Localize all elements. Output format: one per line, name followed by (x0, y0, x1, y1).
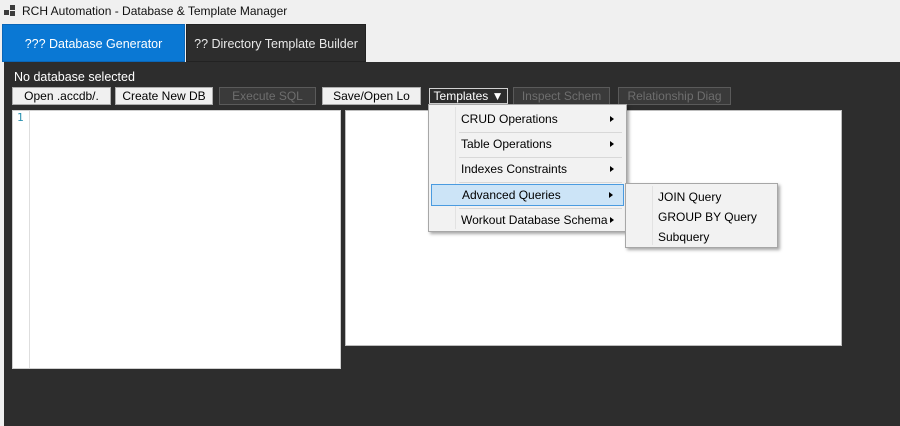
relationship-diagram-button[interactable]: Relationship Diag (618, 87, 731, 105)
menu-item-table-operations[interactable]: Table Operations (431, 133, 624, 155)
app-grid-icon (4, 5, 16, 17)
submenu-arrow-icon (610, 141, 614, 147)
create-new-db-button[interactable]: Create New DB (115, 87, 213, 105)
submenu-arrow-icon (610, 116, 614, 122)
menu-item-advanced-queries[interactable]: Advanced Queries (431, 184, 624, 206)
open-database-button[interactable]: Open .accdb/. (12, 87, 111, 105)
submenu-arrow-icon (610, 217, 614, 223)
submenu-arrow-icon (610, 166, 614, 172)
templates-menu: CRUD Operations Table Operations Indexes… (428, 104, 627, 232)
tab-directory-template-builder[interactable]: ?? Directory Template Builder (186, 24, 366, 62)
execute-sql-button[interactable]: Execute SQL (219, 87, 316, 105)
sql-editor[interactable]: 1 (12, 110, 341, 369)
title-bar: RCH Automation - Database & Template Man… (0, 0, 900, 22)
menu-item-label: Advanced Queries (462, 188, 561, 202)
advanced-queries-submenu: JOIN Query GROUP BY Query Subquery (625, 183, 778, 248)
submenu-arrow-icon (609, 192, 613, 198)
menu-item-group-by-query[interactable]: GROUP BY Query (628, 206, 775, 228)
menu-item-label: Workout Database Schema (461, 213, 608, 227)
menu-item-join-query[interactable]: JOIN Query (628, 186, 775, 208)
save-open-log-button[interactable]: Save/Open Lo (322, 87, 421, 105)
menu-item-label: Table Operations (461, 137, 552, 151)
window-title: RCH Automation - Database & Template Man… (22, 4, 288, 18)
menu-item-workout-database-schema[interactable]: Workout Database Schema (431, 209, 624, 231)
menu-separator (459, 182, 622, 183)
templates-dropdown-button[interactable]: Templates ▼ (429, 88, 508, 104)
menu-item-label: CRUD Operations (461, 112, 558, 126)
menu-item-label: Indexes Constraints (461, 162, 568, 176)
menu-item-subquery[interactable]: Subquery (628, 226, 775, 248)
status-label: No database selected (14, 70, 135, 84)
menu-item-indexes-constraints[interactable]: Indexes Constraints (431, 158, 624, 180)
line-number-gutter: 1 (13, 111, 30, 368)
tab-strip: ??? Database Generator ?? Directory Temp… (0, 22, 900, 62)
menu-item-crud-operations[interactable]: CRUD Operations (431, 108, 624, 130)
line-number: 1 (17, 111, 24, 124)
tab-database-generator[interactable]: ??? Database Generator (2, 24, 185, 62)
inspect-schema-button[interactable]: Inspect Schem (513, 87, 610, 105)
